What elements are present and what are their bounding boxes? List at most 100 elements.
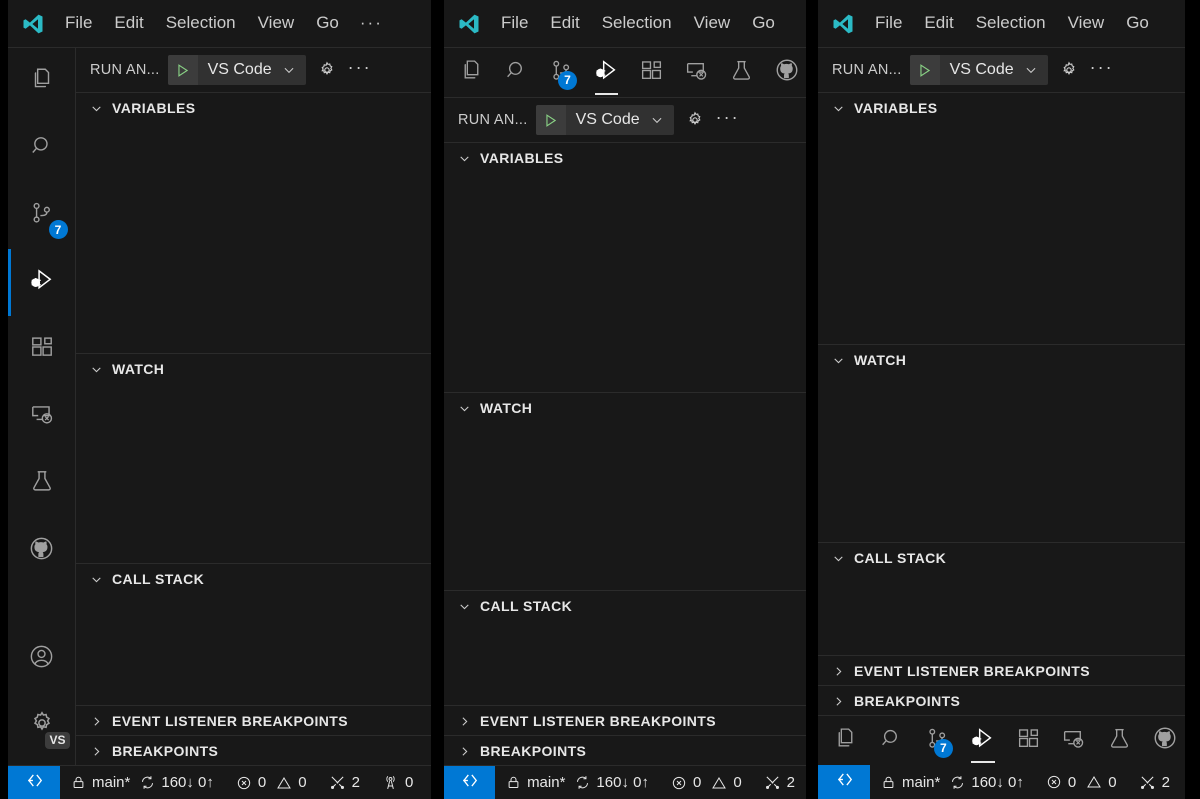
activity-item-search[interactable] — [497, 48, 536, 98]
activity-bar[interactable]: 7 — [444, 48, 806, 98]
section-event-listener-breakpoints-header[interactable]: EVENT LISTENER BREAKPOINTS — [818, 656, 1185, 686]
status-problems[interactable]: 0 0 — [225, 774, 318, 791]
menu-edit[interactable]: Edit — [913, 9, 964, 37]
window-body: RUN AN... VS Code ··· — [444, 98, 806, 765]
activity-item-testing[interactable] — [8, 450, 76, 517]
remote-explorer-icon — [1061, 726, 1086, 756]
activity-item-extensions[interactable] — [1009, 716, 1049, 766]
debug-settings-gear-icon[interactable] — [314, 57, 340, 83]
menu-bar[interactable]: File Edit Selection View Go ··· — [54, 9, 393, 37]
activity-item-explorer[interactable] — [8, 48, 76, 115]
debug-settings-gear-icon[interactable] — [682, 107, 708, 133]
activity-item-remote-explorer[interactable] — [677, 48, 716, 98]
chevron-down-icon[interactable] — [1022, 63, 1048, 77]
activity-item-manage[interactable]: VS — [8, 692, 76, 759]
status-branch[interactable]: main* 160↓ 0↑ — [495, 774, 660, 791]
more-actions-icon[interactable]: ··· — [1090, 62, 1114, 79]
activity-bar[interactable]: 7 — [8, 48, 76, 765]
menu-go[interactable]: Go — [741, 9, 786, 37]
play-icon[interactable] — [910, 55, 940, 85]
chevron-right-icon — [830, 693, 846, 709]
ports-count: 2 — [787, 774, 795, 791]
menu-selection[interactable]: Selection — [155, 9, 247, 37]
sync-icon — [950, 775, 965, 790]
section-event-listener-breakpoints-header[interactable]: EVENT LISTENER BREAKPOINTS — [76, 706, 431, 736]
status-ports[interactable]: 2 — [318, 774, 371, 791]
github-icon — [774, 57, 800, 88]
more-actions-icon[interactable]: ··· — [716, 112, 740, 129]
activity-item-github[interactable] — [1145, 716, 1185, 766]
debug-settings-gear-icon[interactable] — [1056, 57, 1082, 83]
menu-go[interactable]: Go — [1115, 9, 1160, 37]
status-radio-tower[interactable]: 0 — [371, 774, 424, 791]
activity-bar[interactable]: 7 — [818, 715, 1185, 765]
remote-host-indicator[interactable] — [8, 766, 60, 799]
launch-configuration-selector[interactable]: VS Code — [168, 55, 306, 85]
section-call-stack-header[interactable]: CALL STACK — [818, 543, 1185, 573]
tools-icon — [764, 774, 781, 791]
activity-item-run-and-debug[interactable] — [8, 249, 76, 316]
activity-item-explorer[interactable] — [452, 48, 491, 98]
activity-item-remote-explorer[interactable] — [1054, 716, 1094, 766]
play-icon[interactable] — [168, 55, 198, 85]
launch-configuration-selector[interactable]: VS Code — [910, 55, 1048, 85]
menu-selection[interactable]: Selection — [591, 9, 683, 37]
section-breakpoints-header[interactable]: BREAKPOINTS — [818, 686, 1185, 716]
section-variables-header[interactable]: VARIABLES — [76, 93, 431, 123]
section-event-listener-breakpoints-header[interactable]: EVENT LISTENER BREAKPOINTS — [444, 706, 806, 736]
activity-item-testing[interactable] — [722, 48, 761, 98]
menu-bar[interactable]: File Edit Selection View Go — [490, 9, 786, 37]
lock-icon — [881, 775, 896, 790]
activity-item-search[interactable] — [872, 716, 912, 766]
section-variables-header[interactable]: VARIABLES — [444, 143, 806, 173]
sync-counts: 160↓ 0↑ — [971, 774, 1024, 791]
activity-item-run-and-debug[interactable] — [587, 48, 626, 98]
menu-edit[interactable]: Edit — [539, 9, 590, 37]
remote-host-indicator[interactable] — [444, 766, 495, 799]
menu-view[interactable]: View — [683, 9, 742, 37]
section-call-stack-header[interactable]: CALL STACK — [444, 591, 806, 621]
more-actions-icon[interactable]: ··· — [348, 62, 372, 79]
activity-item-run-and-debug[interactable] — [963, 716, 1003, 766]
menu-file[interactable]: File — [54, 9, 103, 37]
activity-item-source-control[interactable]: 7 — [542, 48, 581, 98]
activity-item-accounts[interactable] — [8, 625, 76, 692]
activity-item-remote-explorer[interactable] — [8, 383, 76, 450]
activity-item-extensions[interactable] — [632, 48, 671, 98]
activity-item-github[interactable] — [8, 517, 76, 584]
menu-selection[interactable]: Selection — [965, 9, 1057, 37]
section-call-stack-header[interactable]: CALL STACK — [76, 564, 431, 594]
launch-configuration-selector[interactable]: VS Code — [536, 105, 674, 135]
section-watch-header[interactable]: WATCH — [818, 345, 1185, 375]
menu-bar[interactable]: File Edit Selection View Go — [864, 9, 1160, 37]
activity-item-source-control[interactable]: 7 — [917, 716, 957, 766]
status-problems[interactable]: 0 0 — [660, 774, 753, 791]
section-watch-header[interactable]: WATCH — [444, 393, 806, 423]
status-problems[interactable]: 0 0 — [1035, 774, 1128, 791]
menu-edit[interactable]: Edit — [103, 9, 154, 37]
activity-item-extensions[interactable] — [8, 316, 76, 383]
menu-file[interactable]: File — [490, 9, 539, 37]
status-ports[interactable]: 2 — [753, 774, 806, 791]
status-branch[interactable]: main* 160↓ 0↑ — [60, 774, 225, 791]
menu-go[interactable]: Go — [305, 9, 350, 37]
section-watch-header[interactable]: WATCH — [76, 354, 431, 384]
status-branch[interactable]: main* 160↓ 0↑ — [870, 774, 1035, 791]
menu-view[interactable]: View — [1057, 9, 1116, 37]
activity-item-source-control[interactable]: 7 — [8, 182, 76, 249]
activity-item-explorer[interactable] — [826, 716, 866, 766]
activity-item-search[interactable] — [8, 115, 76, 182]
menu-file[interactable]: File — [864, 9, 913, 37]
menu-view[interactable]: View — [247, 9, 306, 37]
activity-item-testing[interactable] — [1100, 716, 1140, 766]
activity-item-github[interactable] — [767, 48, 806, 98]
section-breakpoints-header[interactable]: BREAKPOINTS — [76, 736, 431, 766]
status-ports[interactable]: 2 — [1128, 774, 1181, 791]
remote-host-indicator[interactable] — [818, 765, 870, 799]
play-icon[interactable] — [536, 105, 566, 135]
section-variables-header[interactable]: VARIABLES — [818, 93, 1185, 123]
section-breakpoints-header[interactable]: BREAKPOINTS — [444, 736, 806, 766]
chevron-down-icon[interactable] — [280, 63, 306, 77]
chevron-down-icon[interactable] — [648, 113, 674, 127]
menu-overflow-icon[interactable]: ··· — [350, 9, 393, 37]
